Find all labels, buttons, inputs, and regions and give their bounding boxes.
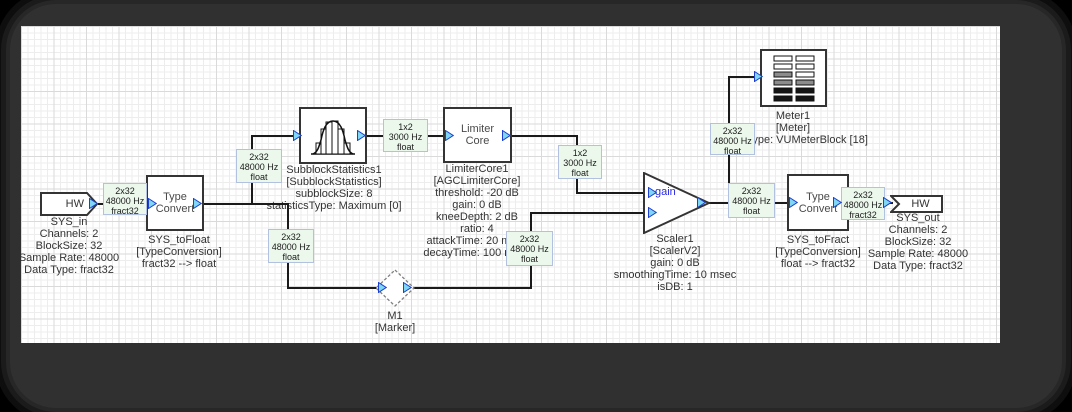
type-convert-1-text-1: Type — [163, 191, 187, 203]
wire-label-marker-to-scaler[interactable]: 2x32 48000 Hz float — [506, 231, 553, 266]
marker-output-pin-icon[interactable] — [403, 282, 412, 293]
wire-label-in-fract32[interactable]: 2x32 48000 Hz fract32 — [103, 183, 147, 216]
wire-label-limiter-out[interactable]: 1x2 3000 Hz float — [558, 145, 602, 179]
wire-label-to-subblock[interactable]: 2x32 48000 Hz float — [236, 149, 282, 183]
wire-label-to-marker[interactable]: 2x32 48000 Hz float — [268, 229, 314, 263]
wire-to-scaler-bottom[interactable] — [530, 212, 645, 214]
sys-in-output-pin-icon[interactable] — [89, 198, 98, 209]
wire-limiter-out[interactable] — [511, 135, 578, 137]
vu-meter-icon — [773, 55, 814, 102]
limiter-output-pin-icon[interactable] — [502, 130, 511, 141]
scaler-gain-label: gain — [655, 186, 676, 198]
subblock-input-pin-icon[interactable] — [293, 130, 302, 141]
wire-label-scaler-out[interactable]: 2x32 48000 Hz float — [728, 183, 775, 218]
marker-caption: M1 [Marker] — [374, 310, 416, 334]
wire-label-subblock-out[interactable]: 1x2 3000 Hz float — [383, 119, 428, 152]
design-canvas[interactable]: HW Type Convert Limiter Core gain Type C… — [21, 26, 1000, 343]
limiter-core-text-2: Core — [465, 135, 490, 147]
wire-label-out-fract32[interactable]: 2x32 48000 Hz fract32 — [841, 187, 885, 220]
marker-input-pin-icon[interactable] — [378, 282, 387, 293]
stage: HW Type Convert Limiter Core gain Type C… — [0, 0, 1072, 412]
type-convert-1-text-2: Convert — [155, 203, 195, 215]
sys-out-label: HW — [911, 198, 930, 210]
wire-marker-out[interactable] — [413, 287, 532, 289]
type-convert-1-caption: SYS_toFloat [TypeConversion] fract32 -->… — [136, 234, 222, 270]
type-convert-2-text-2: Convert — [798, 202, 838, 215]
wire-to-marker[interactable] — [287, 287, 377, 289]
tc1-input-pin-icon[interactable] — [148, 198, 157, 209]
tc1-output-pin-icon[interactable] — [193, 198, 202, 209]
sys-in-label: HW — [65, 198, 84, 210]
meter-block[interactable] — [760, 49, 827, 107]
meter-input-pin-icon[interactable] — [754, 71, 763, 82]
scaler-output-pin-icon[interactable] — [697, 197, 706, 208]
wire-to-scaler-top[interactable] — [576, 192, 645, 194]
wire-tc1-out[interactable] — [203, 203, 289, 205]
limiter-core-text-1: Limiter — [460, 123, 494, 135]
subblock-output-pin-icon[interactable] — [357, 130, 366, 141]
limiter-input-pin-icon[interactable] — [445, 130, 454, 141]
type-convert-2-text-1: Type — [806, 190, 830, 203]
tc2-input-pin-icon[interactable] — [789, 197, 798, 208]
wire-label-to-meter[interactable]: 2x32 48000 Hz float — [710, 123, 755, 156]
tc2-output-pin-icon[interactable] — [833, 197, 842, 208]
histogram-icon — [311, 119, 355, 155]
scaler-audio-input-pin-icon[interactable] — [648, 207, 657, 218]
sys-out-input-pin-icon[interactable] — [883, 197, 892, 208]
scaler-gain-input-pin-icon[interactable] — [648, 187, 657, 198]
